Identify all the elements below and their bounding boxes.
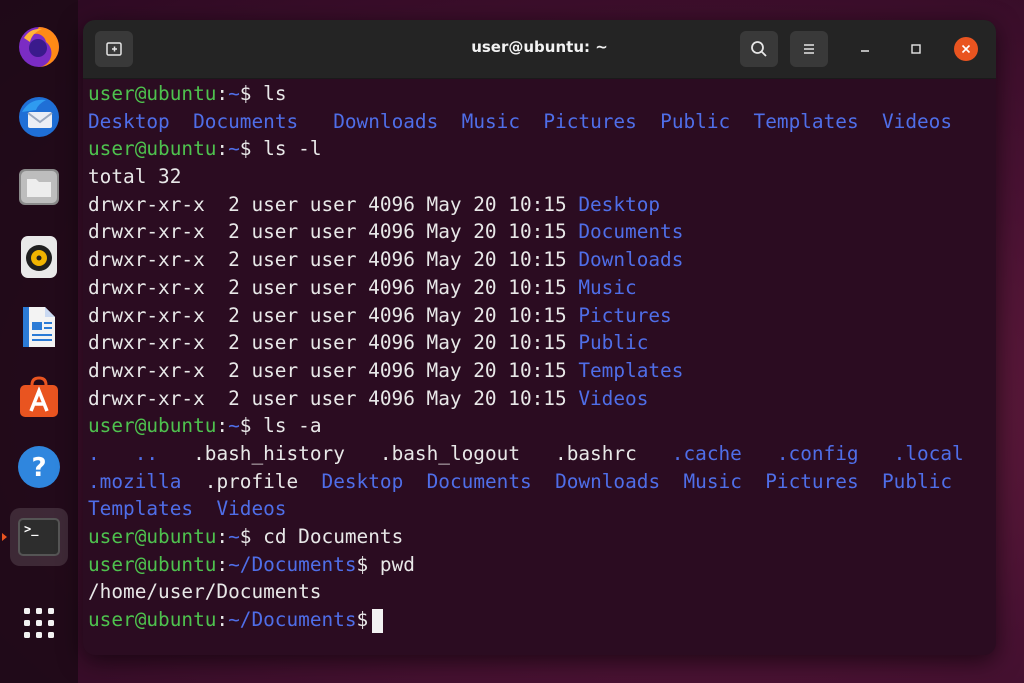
show-applications-button[interactable] — [10, 594, 68, 652]
title-bar[interactable]: user@ubuntu: ~ — [83, 20, 996, 79]
dock: ? >_ — [0, 0, 78, 683]
folder-icon — [19, 169, 59, 205]
close-button[interactable] — [954, 37, 978, 61]
ls-long-row: drwxr-xr-x 2 user user 4096 May 20 10:15… — [88, 303, 672, 327]
search-button[interactable] — [740, 31, 778, 67]
help-icon: ? — [18, 446, 60, 488]
svg-text:?: ? — [31, 453, 46, 483]
software-launcher[interactable] — [10, 368, 68, 426]
ls-a-output-line: .mozilla .profile Desktop Documents Down… — [88, 469, 953, 493]
command-text: cd Documents — [251, 525, 404, 548]
total-line: total 32 — [88, 165, 182, 189]
ls-long-row: drwxr-xr-x 2 user user 4096 May 20 10:15… — [88, 358, 684, 382]
text-cursor — [372, 608, 384, 633]
terminal-window: user@ubuntu: ~ user@ubuntu:~$ ls Desktop… — [83, 20, 996, 655]
command-text: ls — [251, 82, 287, 105]
mail-icon — [19, 97, 59, 137]
ls-a-output-line: Templates Videos — [88, 497, 287, 521]
command-text: pwd — [368, 552, 415, 576]
thunderbird-launcher[interactable] — [10, 88, 68, 146]
ls-long-row: drwxr-xr-x 2 user user 4096 May 20 10:15… — [88, 275, 637, 299]
minimize-icon — [861, 50, 869, 52]
music-player-icon — [21, 236, 57, 278]
close-icon — [961, 44, 971, 54]
minimize-button[interactable] — [853, 37, 877, 61]
ls-long-row: drwxr-xr-x 2 user user 4096 May 20 10:15… — [88, 386, 649, 410]
menu-button[interactable] — [790, 31, 828, 67]
active-indicator — [2, 533, 7, 541]
maximize-icon — [911, 44, 921, 54]
ls-a-output-line: . .. .bash_history .bash_logout .bashrc … — [88, 441, 964, 465]
files-launcher[interactable] — [10, 158, 68, 216]
ls-long-row: drwxr-xr-x 2 user user 4096 May 20 10:15… — [88, 192, 661, 216]
search-icon — [751, 41, 767, 57]
hamburger-menu-icon — [804, 44, 814, 54]
prompt-line: user@ubuntu:~$ cd Documents — [88, 525, 404, 548]
command-text: ls -l — [251, 137, 322, 161]
prompt-line: user@ubuntu:~$ ls — [88, 82, 287, 105]
ls-output-line: Desktop Documents Downloads Music Pictur… — [88, 109, 953, 133]
help-launcher[interactable]: ? — [10, 438, 68, 496]
maximize-button[interactable] — [904, 37, 928, 61]
ls-long-row: drwxr-xr-x 2 user user 4096 May 20 10:15… — [88, 331, 649, 355]
ls-long-row: drwxr-xr-x 2 user user 4096 May 20 10:15… — [88, 248, 684, 272]
prompt-line: user@ubuntu:~$ ls -a — [88, 414, 322, 438]
app-store-icon — [20, 376, 58, 417]
pwd-output: /home/user/Documents — [88, 580, 322, 604]
prompt-line: user@ubuntu:~/Documents$ pwd — [88, 552, 415, 576]
apps-grid-icon — [24, 608, 54, 638]
terminal-launcher[interactable]: >_ — [10, 508, 68, 566]
prompt-line: user@ubuntu:~$ ls -l — [88, 137, 322, 161]
firefox-launcher[interactable] — [10, 18, 68, 76]
terminal-output[interactable]: user@ubuntu:~$ ls Desktop Documents Down… — [88, 80, 988, 650]
document-icon — [23, 307, 55, 347]
writer-launcher[interactable] — [10, 298, 68, 356]
rhythmbox-launcher[interactable] — [10, 228, 68, 286]
terminal-icon: >_ — [18, 518, 60, 556]
active-prompt-line[interactable]: user@ubuntu:~/Documents$ — [88, 606, 988, 634]
ls-long-row: drwxr-xr-x 2 user user 4096 May 20 10:15… — [88, 220, 684, 244]
firefox-icon — [19, 27, 59, 67]
command-text: ls -a — [251, 414, 322, 438]
